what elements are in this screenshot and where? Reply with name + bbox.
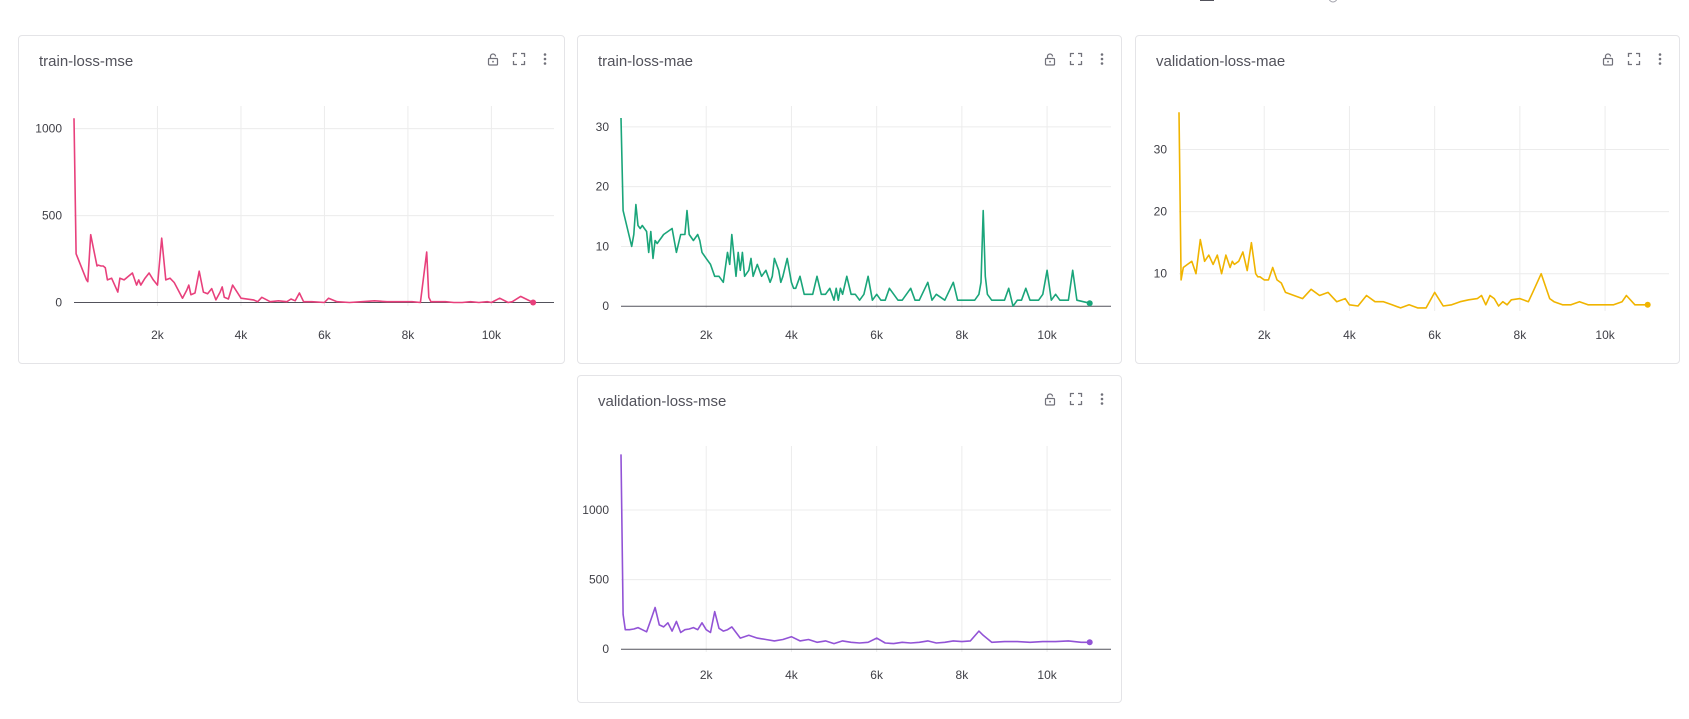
x-tick-label: 8k — [956, 668, 970, 682]
expand-icon[interactable] — [1069, 52, 1083, 66]
expand-icon[interactable] — [1627, 52, 1641, 66]
lock-open-icon[interactable] — [1601, 52, 1615, 66]
line-chart: 2k 4k 6k 8k 10k 0 10 20 30 — [596, 106, 1111, 342]
panel-actions — [1601, 52, 1667, 66]
series-end-point[interactable] — [1086, 300, 1093, 307]
x-tick-label: 10k — [1037, 668, 1057, 682]
toolbar-fragment-icon-2 — [1328, 0, 1338, 3]
y-tick-label: 0 — [55, 296, 62, 310]
top-toolbar-fragment — [1140, 0, 1560, 4]
series-line — [73, 118, 534, 304]
series-end-point[interactable] — [1644, 301, 1651, 308]
line-chart: 2k 4k 6k 8k 10k 0 500 1000 — [35, 106, 554, 342]
x-tick-label: 10k — [482, 328, 502, 342]
y-tick-label: 0 — [602, 642, 609, 656]
chart-panel-train-loss-mse: 2k 4k 6k 8k 10k 0 500 1000 train-loss-mse — [18, 35, 565, 364]
lock-open-icon[interactable] — [486, 52, 500, 66]
panel-actions — [1043, 392, 1109, 406]
y-tick-label: 30 — [596, 120, 610, 134]
line-chart: 2k 4k 6k 8k 10k 0 500 1000 — [582, 446, 1111, 682]
panel-title: train-loss-mae — [598, 53, 694, 70]
expand-icon[interactable] — [512, 52, 526, 66]
x-tick-label: 8k — [402, 328, 416, 342]
x-tick-label: 6k — [870, 668, 884, 682]
series-end-point[interactable] — [1086, 639, 1093, 646]
x-tick-label: 6k — [318, 328, 332, 342]
y-tick-label: 20 — [596, 180, 610, 194]
line-chart: 2k 4k 6k 8k 10k 10 20 30 — [1154, 106, 1669, 342]
chart-panel-validation-loss-mse: 2k 4k 6k 8k 10k 0 500 1000 validation-loss-mse — [577, 375, 1122, 703]
x-tick-label: 4k — [235, 328, 249, 342]
toolbar-fragment-shapes — [1200, 0, 1338, 3]
x-tick-label: 2k — [700, 668, 714, 682]
panel-title: train-loss-mse — [39, 53, 134, 70]
y-tick-label: 500 — [42, 209, 62, 223]
y-tick-label: 10 — [1154, 267, 1168, 281]
x-tick-label: 8k — [956, 328, 970, 342]
series-line — [620, 117, 1090, 307]
lock-open-icon[interactable] — [1043, 52, 1057, 66]
x-tick-label: 10k — [1037, 328, 1057, 342]
x-tick-label: 2k — [700, 328, 714, 342]
panel-actions — [486, 52, 552, 66]
more-vertical-icon[interactable] — [1653, 52, 1667, 66]
y-tick-label: 0 — [602, 299, 609, 313]
x-tick-label: 4k — [785, 668, 799, 682]
more-vertical-icon[interactable] — [538, 52, 552, 66]
x-tick-label: 10k — [1595, 328, 1615, 342]
series-line — [1178, 112, 1648, 309]
chart-panel-validation-loss-mae: 2k 4k 6k 8k 10k 10 20 30 validation-loss-mae — [1135, 35, 1680, 364]
y-tick-label: 500 — [589, 573, 609, 587]
y-tick-label: 30 — [1154, 142, 1168, 156]
chart-panel-train-loss-mae: 2k 4k 6k 8k 10k 0 10 20 30 train-loss-mae — [577, 35, 1122, 364]
x-tick-label: 4k — [1343, 328, 1357, 342]
x-tick-label: 2k — [1258, 328, 1272, 342]
x-tick-label: 6k — [870, 328, 884, 342]
toolbar-fragment-icon — [1200, 0, 1214, 1]
x-tick-label: 2k — [151, 328, 165, 342]
panel-title: validation-loss-mae — [1156, 53, 1286, 70]
series-line — [620, 454, 1090, 645]
y-tick-label: 20 — [1154, 205, 1168, 219]
x-tick-label: 8k — [1514, 328, 1528, 342]
more-vertical-icon[interactable] — [1095, 52, 1109, 66]
y-tick-label: 10 — [596, 239, 610, 253]
panel-title: validation-loss-mse — [598, 393, 727, 410]
more-vertical-icon[interactable] — [1095, 392, 1109, 406]
y-tick-label: 1000 — [582, 503, 609, 517]
lock-open-icon[interactable] — [1043, 392, 1057, 406]
x-tick-label: 6k — [1428, 328, 1442, 342]
x-tick-label: 4k — [785, 328, 799, 342]
series-end-point[interactable] — [530, 299, 537, 306]
panel-actions — [1043, 52, 1109, 66]
y-tick-label: 1000 — [35, 122, 62, 136]
expand-icon[interactable] — [1069, 392, 1083, 406]
